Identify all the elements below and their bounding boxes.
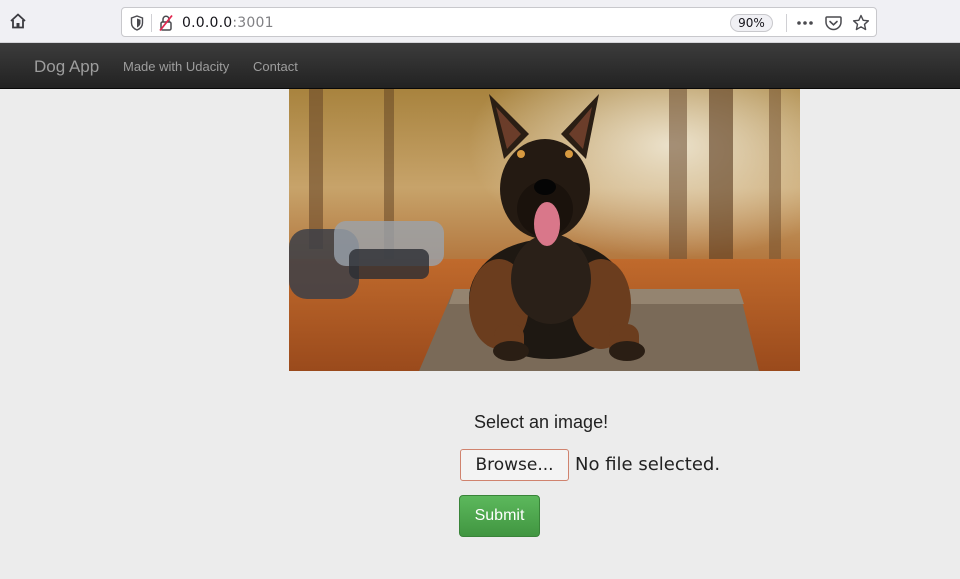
url-port: :3001 bbox=[232, 15, 274, 31]
zoom-level-badge[interactable]: 90% bbox=[730, 14, 773, 32]
address-bar[interactable]: 0.0.0.0:3001 90% bbox=[121, 7, 877, 37]
divider bbox=[151, 14, 152, 32]
pocket-icon[interactable] bbox=[823, 13, 843, 33]
url-text[interactable]: 0.0.0.0:3001 bbox=[182, 15, 274, 31]
home-icon[interactable] bbox=[6, 9, 30, 33]
nav-link-made-with-udacity[interactable]: Made with Udacity bbox=[123, 59, 229, 74]
navbar: Dog App Made with Udacity Contact bbox=[0, 43, 960, 89]
browse-file-button[interactable]: Browse... bbox=[460, 449, 569, 481]
shield-icon[interactable] bbox=[130, 15, 144, 31]
browser-toolbar: 0.0.0.0:3001 90% bbox=[0, 0, 960, 43]
nav-link-contact[interactable]: Contact bbox=[253, 59, 298, 74]
url-host: 0.0.0.0 bbox=[182, 15, 233, 31]
navbar-brand[interactable]: Dog App bbox=[34, 57, 99, 77]
file-selected-status: No file selected. bbox=[575, 454, 721, 475]
submit-button[interactable]: Submit bbox=[459, 495, 540, 537]
select-image-prompt: Select an image! bbox=[474, 412, 609, 432]
more-actions-icon[interactable] bbox=[795, 13, 815, 33]
hero-dog-image bbox=[289, 89, 800, 371]
insecure-lock-icon[interactable] bbox=[158, 14, 174, 32]
divider bbox=[786, 14, 787, 32]
bookmark-star-icon[interactable] bbox=[851, 13, 871, 33]
